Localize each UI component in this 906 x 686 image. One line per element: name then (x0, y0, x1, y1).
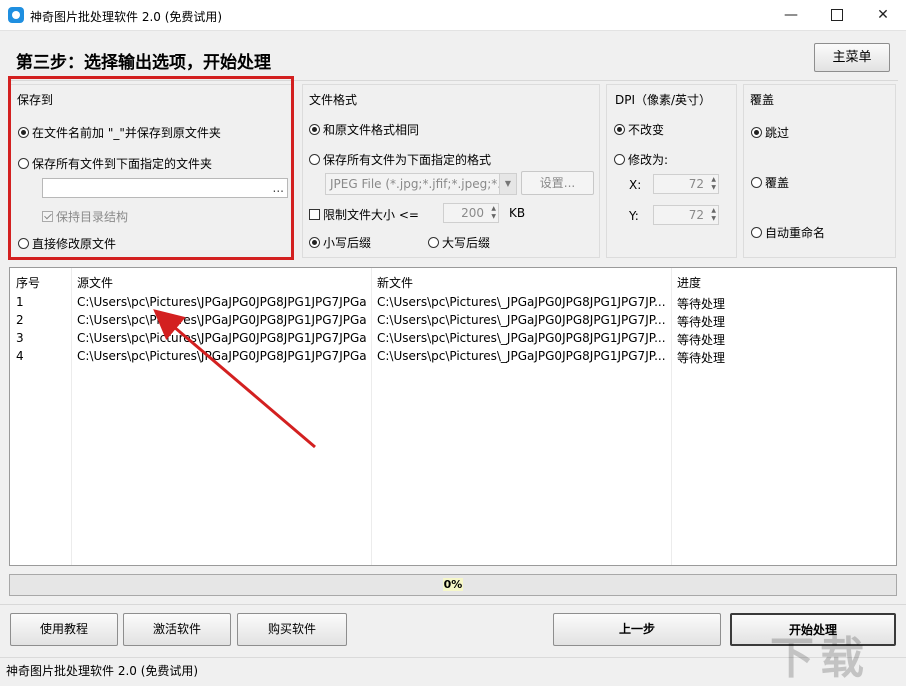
progress-percent: 0% (442, 578, 464, 591)
divider (0, 604, 906, 605)
progress-label: 0% (10, 578, 896, 591)
progress-bar: 0% (9, 574, 897, 596)
annotation-arrow-line (153, 309, 316, 449)
buy-button[interactable]: 购买软件 (237, 613, 347, 646)
status-text: 神奇图片批处理软件 2.0 (免费试用) (6, 664, 199, 678)
tutorial-button[interactable]: 使用教程 (10, 613, 118, 646)
watermark-logo: 下载 (770, 633, 870, 684)
previous-step-button[interactable]: 上一步 (553, 613, 721, 646)
activate-button[interactable]: 激活软件 (123, 613, 231, 646)
